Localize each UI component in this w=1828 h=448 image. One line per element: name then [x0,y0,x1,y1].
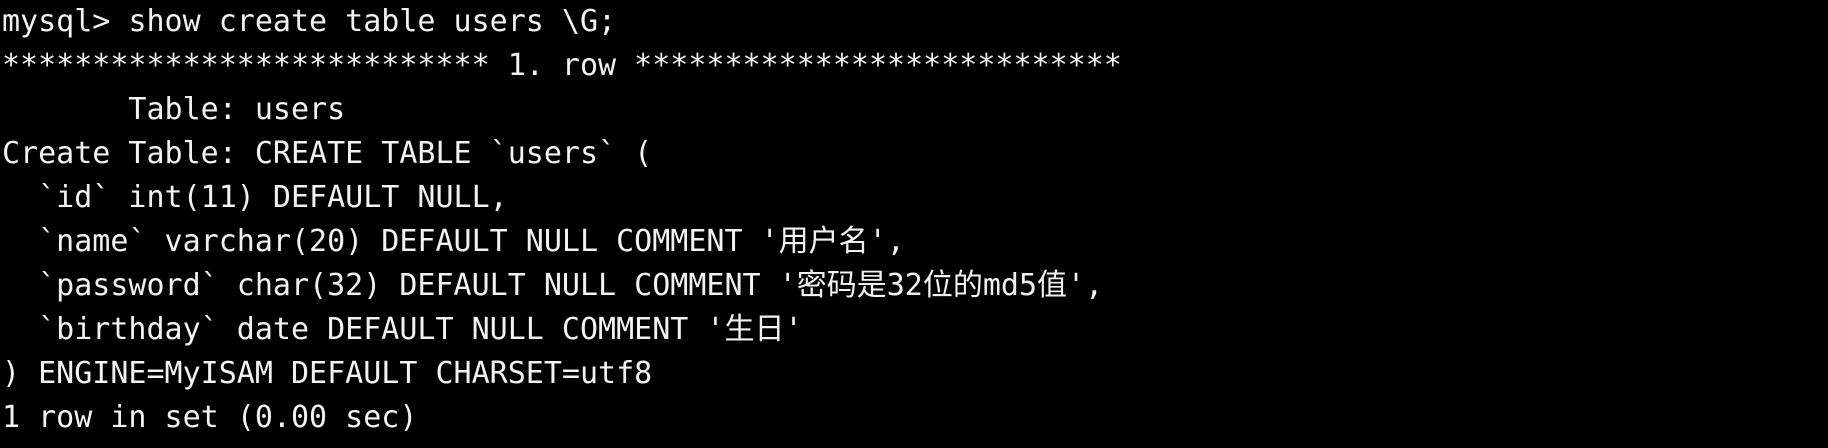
command-line: mysql> show create table users \G; [2,0,1828,44]
column-password-definition: `password` char(32) DEFAULT NULL COMMENT… [2,268,1104,303]
table-name-line: Table: users [2,92,346,127]
column-birthday-definition: `birthday` date DEFAULT NULL COMMENT '生日… [2,312,803,347]
terminal-window[interactable]: mysql> show create table users \G; *****… [0,0,1828,448]
result-summary-line: 1 row in set (0.00 sec) [2,400,418,435]
engine-definition-line: ) ENGINE=MyISAM DEFAULT CHARSET=utf8 [2,356,653,391]
row-separator: *************************** 1. row *****… [2,48,1122,83]
column-id-definition: `id` int(11) DEFAULT NULL, [2,180,508,215]
command-text: show create table users \G; [128,4,617,39]
column-name-definition: `name` varchar(20) DEFAULT NULL COMMENT … [2,224,905,259]
mysql-prompt: mysql> [2,4,129,39]
create-table-line: Create Table: CREATE TABLE `users` ( [2,136,653,171]
